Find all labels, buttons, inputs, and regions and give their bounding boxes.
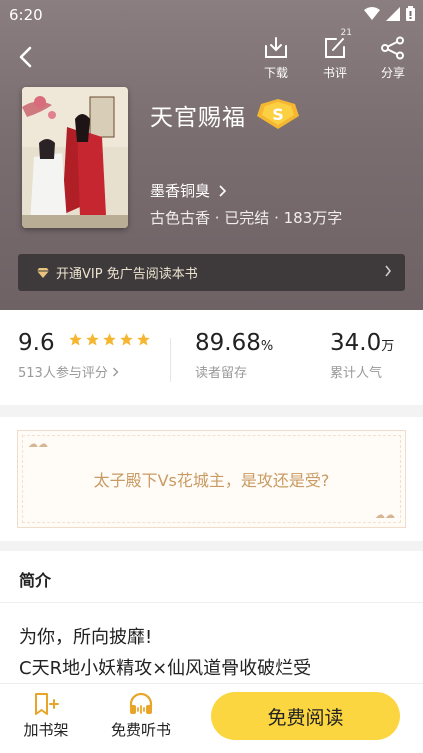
divider [170,338,171,382]
share-icon [381,36,404,60]
cloud-ornament-icon: ☁☁ [28,439,48,450]
popularity-label: 累计人气 [330,366,383,381]
book-header: 6:20 下载 21 书评 分享 天官赐福 S 墨香铜臭 古色古香 · 已完结 … [0,0,423,310]
wifi-icon [364,6,380,20]
star-rating [68,332,151,347]
arrow-left-icon [19,46,32,68]
author-link[interactable]: 墨香铜臭 [150,180,227,201]
star-icon [136,333,150,346]
rank-badge-text: S [272,105,284,124]
vip-banner[interactable]: 开通VIP 免广告阅读本书 [18,254,405,291]
add-bookmark-icon [35,693,59,715]
score-stat[interactable]: 9.6 513人参与评分 [18,330,151,381]
chevron-right-icon [112,367,119,377]
book-cover-illustration [22,87,128,228]
retention-label: 读者留存 [195,366,248,381]
bottom-action-bar: 加书架 免费听书 免费阅读 [0,683,423,753]
popularity-value: 34.0 [330,330,382,356]
book-stats: 9.6 513人参与评分 89.68% 读者留存 34.0万 累计人气 [0,310,423,405]
score-label-text: 513人参与评分 [18,366,108,381]
score-label: 513人参与评分 [18,362,151,381]
vip-text: 开通VIP 免广告阅读本书 [56,267,198,282]
book-title: 天官赐福 [150,105,246,131]
read-button[interactable]: 免费阅读 [211,692,400,740]
headphones-icon [129,692,153,714]
star-icon [85,333,99,346]
status-bar: 6:20 [0,0,423,30]
synopsis-line: C天R地小妖精攻×仙风道骨收破烂受 [19,658,312,679]
score-value: 9.6 [18,330,55,356]
retention-stat: 89.68% 读者留存 [195,330,273,381]
review-label: 书评 [322,66,347,80]
diamond-icon [37,267,49,278]
divider [0,602,423,603]
popularity-unit: 万 [381,339,395,354]
book-cover[interactable] [22,87,128,228]
status-icons [364,6,415,21]
back-button[interactable] [14,44,40,70]
download-button[interactable]: 下载 [253,36,299,81]
synopsis-line: 为你，所向披靡! [19,627,153,648]
share-label: 分享 [380,66,405,80]
star-icon [102,333,116,346]
popularity-stat: 34.0万 累计人气 [330,330,394,381]
star-icon [119,333,133,346]
share-button[interactable]: 分享 [370,36,416,81]
retention-value: 89.68 [195,330,261,356]
discussion-card[interactable]: ☁☁ 太子殿下Vs花城主，是攻还是受? ☁☁ [0,417,423,541]
listen-button[interactable]: 免费听书 [105,692,177,740]
chevron-right-icon [385,265,392,277]
status-time: 6:20 [9,6,43,24]
edit-icon [325,38,345,58]
chevron-right-icon [219,184,227,197]
discussion-frame: ☁☁ 太子殿下Vs花城主，是攻还是受? ☁☁ [17,430,406,528]
star-icon [68,333,82,346]
add-to-shelf-label: 加书架 [23,721,69,739]
retention-unit: % [260,339,274,354]
cloud-ornament-icon: ☁☁ [375,510,395,521]
download-icon [265,37,287,58]
review-button[interactable]: 21 书评 [312,28,358,81]
listen-label: 免费听书 [110,721,171,739]
signal-icon [386,6,400,21]
discussion-question: 太子殿下Vs花城主，是攻还是受? [93,471,330,490]
download-label: 下载 [263,66,288,80]
battery-icon [406,6,415,21]
book-meta: 古色古香 · 已完结 · 183万字 [150,209,343,227]
review-count: 21 [340,28,352,38]
rank-badge: S [257,99,299,129]
author-name: 墨香铜臭 [150,182,211,200]
synopsis-title: 简介 [19,571,52,590]
add-to-shelf-button[interactable]: 加书架 [10,692,82,740]
